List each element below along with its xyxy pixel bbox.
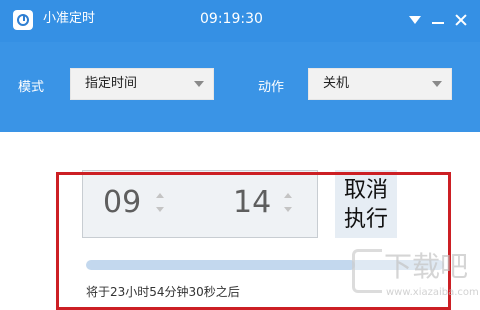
- action-label: 动作: [258, 80, 285, 95]
- app-icon-hand: [23, 16, 25, 21]
- minimize-icon: [432, 22, 444, 24]
- app-title: 小准定时: [43, 11, 96, 26]
- action-selected-value: 关机: [323, 76, 350, 91]
- title-bar: 小准定时 09:19:30: [0, 0, 480, 42]
- action-dropdown[interactable]: 关机: [308, 68, 452, 100]
- watermark-text: 下载吧: [384, 250, 469, 283]
- clock-app-icon: [13, 10, 33, 30]
- minimize-button[interactable]: [427, 9, 449, 31]
- menu-button[interactable]: [403, 9, 425, 31]
- mode-dropdown[interactable]: 指定时间: [70, 68, 214, 100]
- watermark-logo: [352, 249, 382, 293]
- watermark-url: www.xiazaiba.com: [386, 287, 479, 298]
- mode-label: 模式: [18, 80, 45, 95]
- settings-bar: 模式 指定时间 动作 关机: [0, 42, 480, 132]
- current-time: 09:19:30: [200, 11, 263, 27]
- chevron-down-icon: [194, 81, 204, 87]
- dropdown-menu-icon: [409, 16, 421, 24]
- watermark: 下载吧 www.xiazaiba.com: [350, 245, 479, 307]
- mode-selected-value: 指定时间: [85, 76, 138, 91]
- close-button[interactable]: [450, 9, 472, 31]
- chevron-down-icon: [432, 81, 442, 87]
